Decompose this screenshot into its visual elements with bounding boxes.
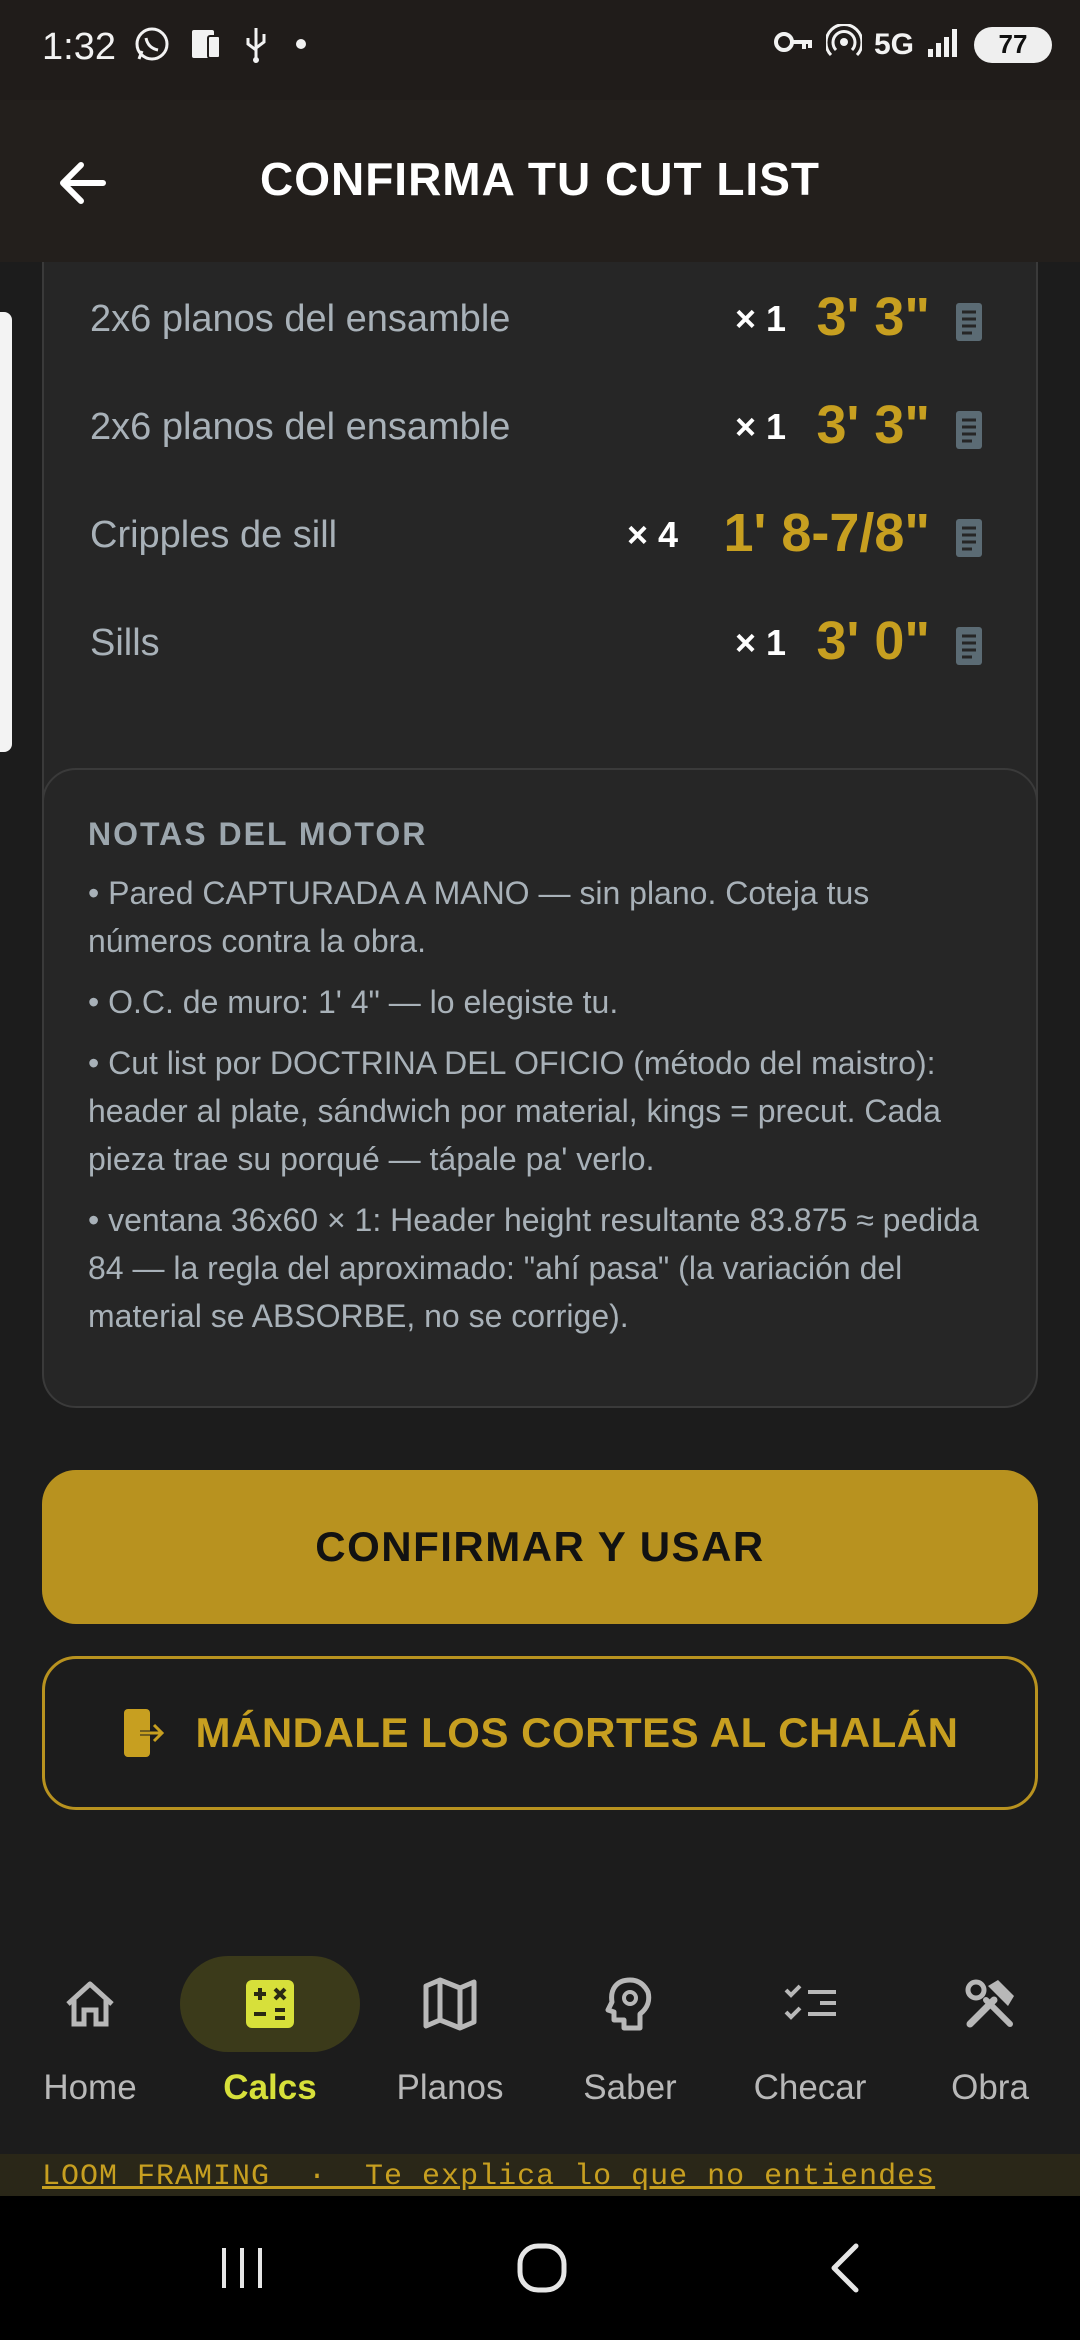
calculator-icon [246, 1980, 294, 2028]
blueprint-icon[interactable] [952, 300, 988, 344]
footer-text: LOOM FRAMING · Te explica lo que no enti… [42, 2160, 936, 2194]
home-icon [66, 1981, 114, 2027]
cut-row[interactable]: Cripples de sill × 4 1' 8-7/8" [44, 486, 1036, 594]
notes-title: NOTAS DEL MOTOR [88, 816, 428, 852]
battery-indicator: 77 [974, 26, 1052, 63]
cut-label: 2x6 planos del ensamble [90, 406, 511, 448]
nav-pill [900, 1956, 1080, 2052]
nav-pill [0, 1956, 180, 2052]
nav-label: Calcs [223, 2068, 317, 2107]
tools-icon [965, 1979, 1014, 2028]
nav-obra[interactable]: Obra [900, 1956, 1080, 2126]
bottom-navigation: Home Calcs Planos Saber Checar Obra [0, 1932, 1080, 2154]
recent-apps-button[interactable] [202, 2232, 282, 2304]
cut-row[interactable]: 2x6 planos del ensamble × 1 3' 3" [44, 270, 1036, 378]
confirm-and-use-button[interactable]: CONFIRMAR Y USAR [42, 1470, 1038, 1624]
app-bar: CONFIRMA TU CUT LIST [0, 100, 1080, 262]
nav-label: Home [43, 2068, 137, 2107]
note-item: • ventana 36x60 × 1: Header height resul… [88, 1202, 979, 1334]
nav-saber[interactable]: Saber [540, 1956, 720, 2126]
footer-marquee: LOOM FRAMING · Te explica lo que no enti… [0, 2154, 1080, 2196]
nav-pill [180, 1956, 360, 2052]
nav-label: Checar [753, 2068, 867, 2107]
back-system-button[interactable] [806, 2232, 886, 2304]
cut-measure: 1' 8-7/8" [723, 503, 930, 563]
cut-qty: × 1 [734, 622, 786, 663]
cut-label: 2x6 planos del ensamble [90, 298, 511, 340]
cut-qty: × 4 [626, 514, 678, 555]
note-item: • O.C. de muro: 1' 4" — lo elegiste tu. [88, 984, 619, 1020]
note-item: • Cut list por DOCTRINA DEL OFICIO (méto… [88, 1045, 941, 1177]
brain-gear-icon [605, 1977, 652, 2031]
battery-level: 77 [998, 29, 1028, 59]
nav-label: Obra [951, 2068, 1029, 2107]
signal-icon [926, 25, 962, 64]
status-time: 1:32 [42, 26, 116, 68]
chevron-left-icon [831, 2243, 859, 2293]
nav-calcs[interactable]: Calcs [180, 1956, 360, 2126]
cut-row[interactable]: 2x6 planos del ensamble × 1 3' 3" [44, 378, 1036, 486]
hotspot-icon [824, 23, 864, 65]
dot-icon [286, 24, 316, 69]
nav-label: Planos [396, 2068, 504, 2107]
cut-measure: 3' 0" [816, 611, 930, 671]
engine-notes-card: NOTAS DEL MOTOR • Pared CAPTURADA A MANO… [42, 768, 1038, 1408]
home-system-button[interactable] [502, 2232, 582, 2304]
map-icon [423, 1977, 477, 2031]
page-title: CONFIRMA TU CUT LIST [259, 153, 820, 205]
content-scroll[interactable]: 2x6 planos del ensamble × 1 3' 3" 2x6 pl… [0, 262, 1080, 1932]
send-cuts-button[interactable]: MÁNDALE LOS CORTES AL CHALÁN [42, 1656, 1038, 1810]
nav-pill [540, 1956, 720, 2052]
scroll-indicator [0, 312, 12, 752]
nav-home[interactable]: Home [0, 1956, 180, 2126]
system-icons: 5G 77 [773, 23, 1052, 65]
cut-label: Cripples de sill [90, 514, 338, 556]
system-navigation-bar [0, 2196, 1080, 2340]
blueprint-icon[interactable] [952, 408, 988, 452]
nav-planos[interactable]: Planos [360, 1956, 540, 2126]
blueprint-icon[interactable] [952, 516, 988, 560]
cut-measure: 3' 3" [816, 287, 930, 347]
nav-pill [720, 1956, 900, 2052]
share-out-icon [123, 1709, 166, 1757]
blueprint-icon[interactable] [952, 624, 988, 668]
nav-label: Saber [583, 2068, 677, 2107]
cut-measure: 3' 3" [816, 395, 930, 455]
usb-icon [240, 24, 272, 69]
nav-checar[interactable]: Checar [720, 1956, 900, 2126]
checklist-icon [784, 1984, 836, 2020]
sim-icon [186, 24, 226, 69]
status-bar: 1:32 5G 77 [0, 0, 1080, 100]
cut-qty: × 1 [734, 298, 786, 339]
nav-pill [360, 1956, 540, 2052]
home-circle-icon [517, 2243, 567, 2293]
notification-icons [132, 24, 316, 69]
cut-label: Sills [90, 622, 160, 664]
whatsapp-icon [132, 24, 172, 69]
recents-icon [222, 2248, 262, 2288]
network-type: 5G [873, 27, 914, 61]
note-item: • Pared CAPTURADA A MANO — sin plano. Co… [88, 875, 870, 959]
key-icon [773, 27, 814, 62]
cut-row[interactable]: Sills × 1 3' 0" [44, 594, 1036, 702]
cut-qty: × 1 [734, 406, 786, 447]
send-cuts-label: MÁNDALE LOS CORTES AL CHALÁN [195, 1709, 959, 1756]
